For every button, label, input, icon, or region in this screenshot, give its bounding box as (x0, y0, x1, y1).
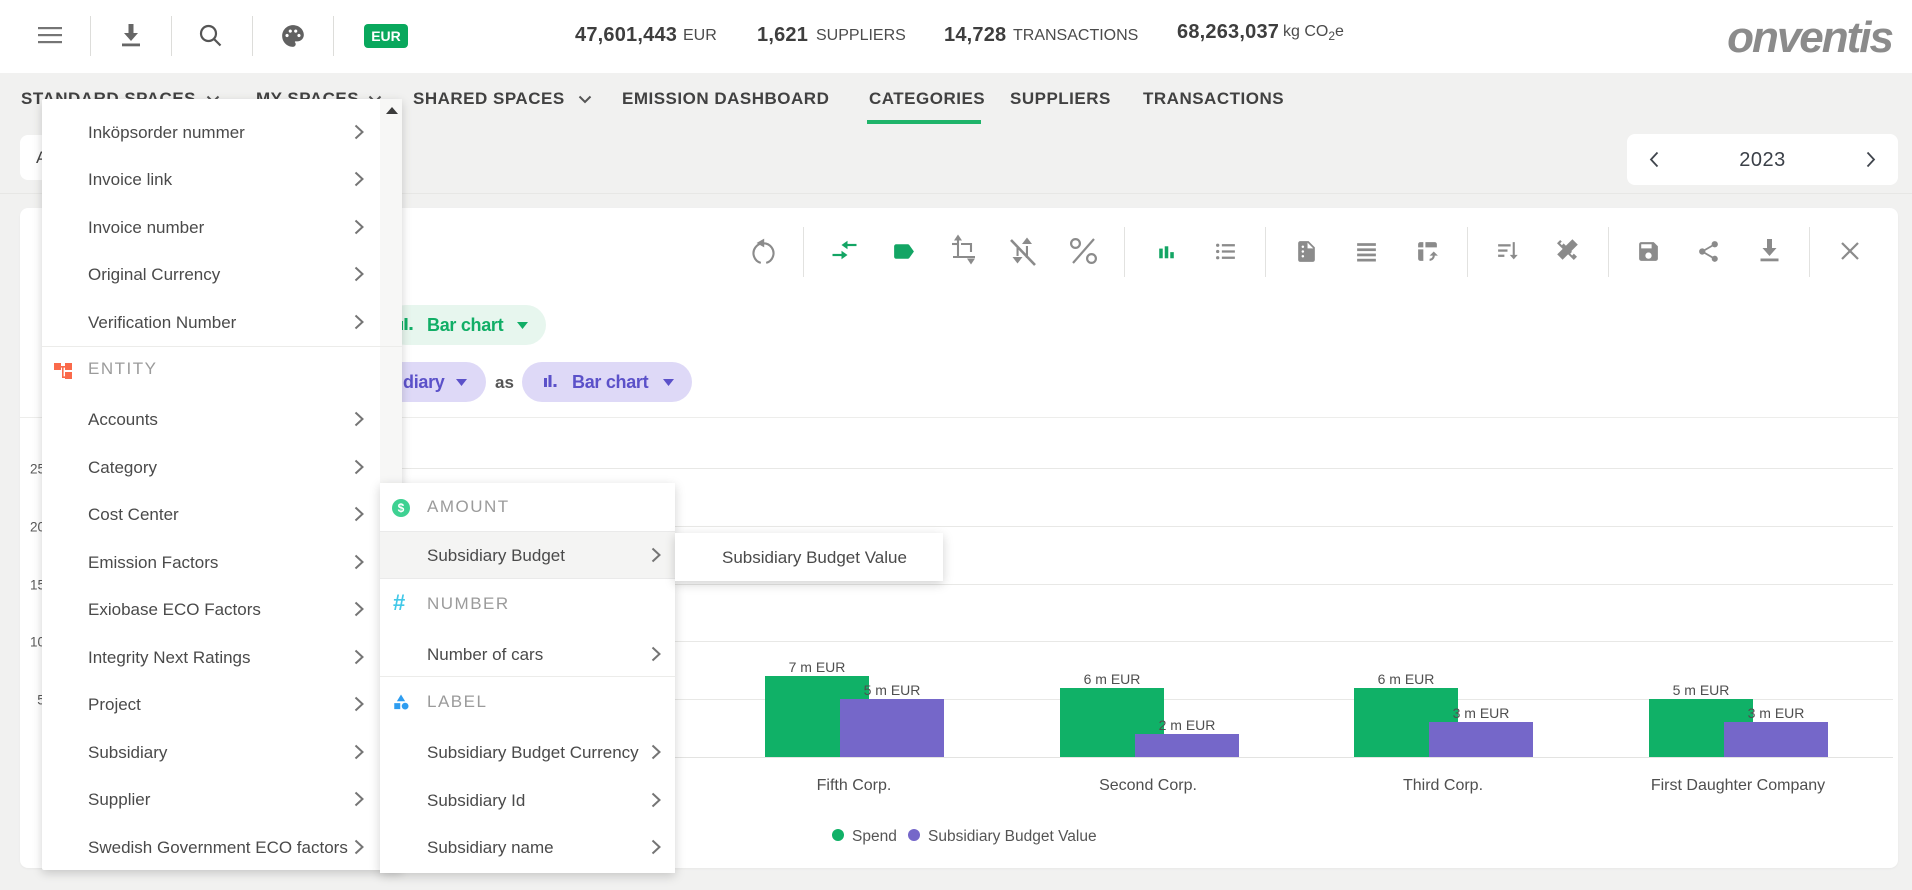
svg-text:$: $ (398, 501, 405, 515)
